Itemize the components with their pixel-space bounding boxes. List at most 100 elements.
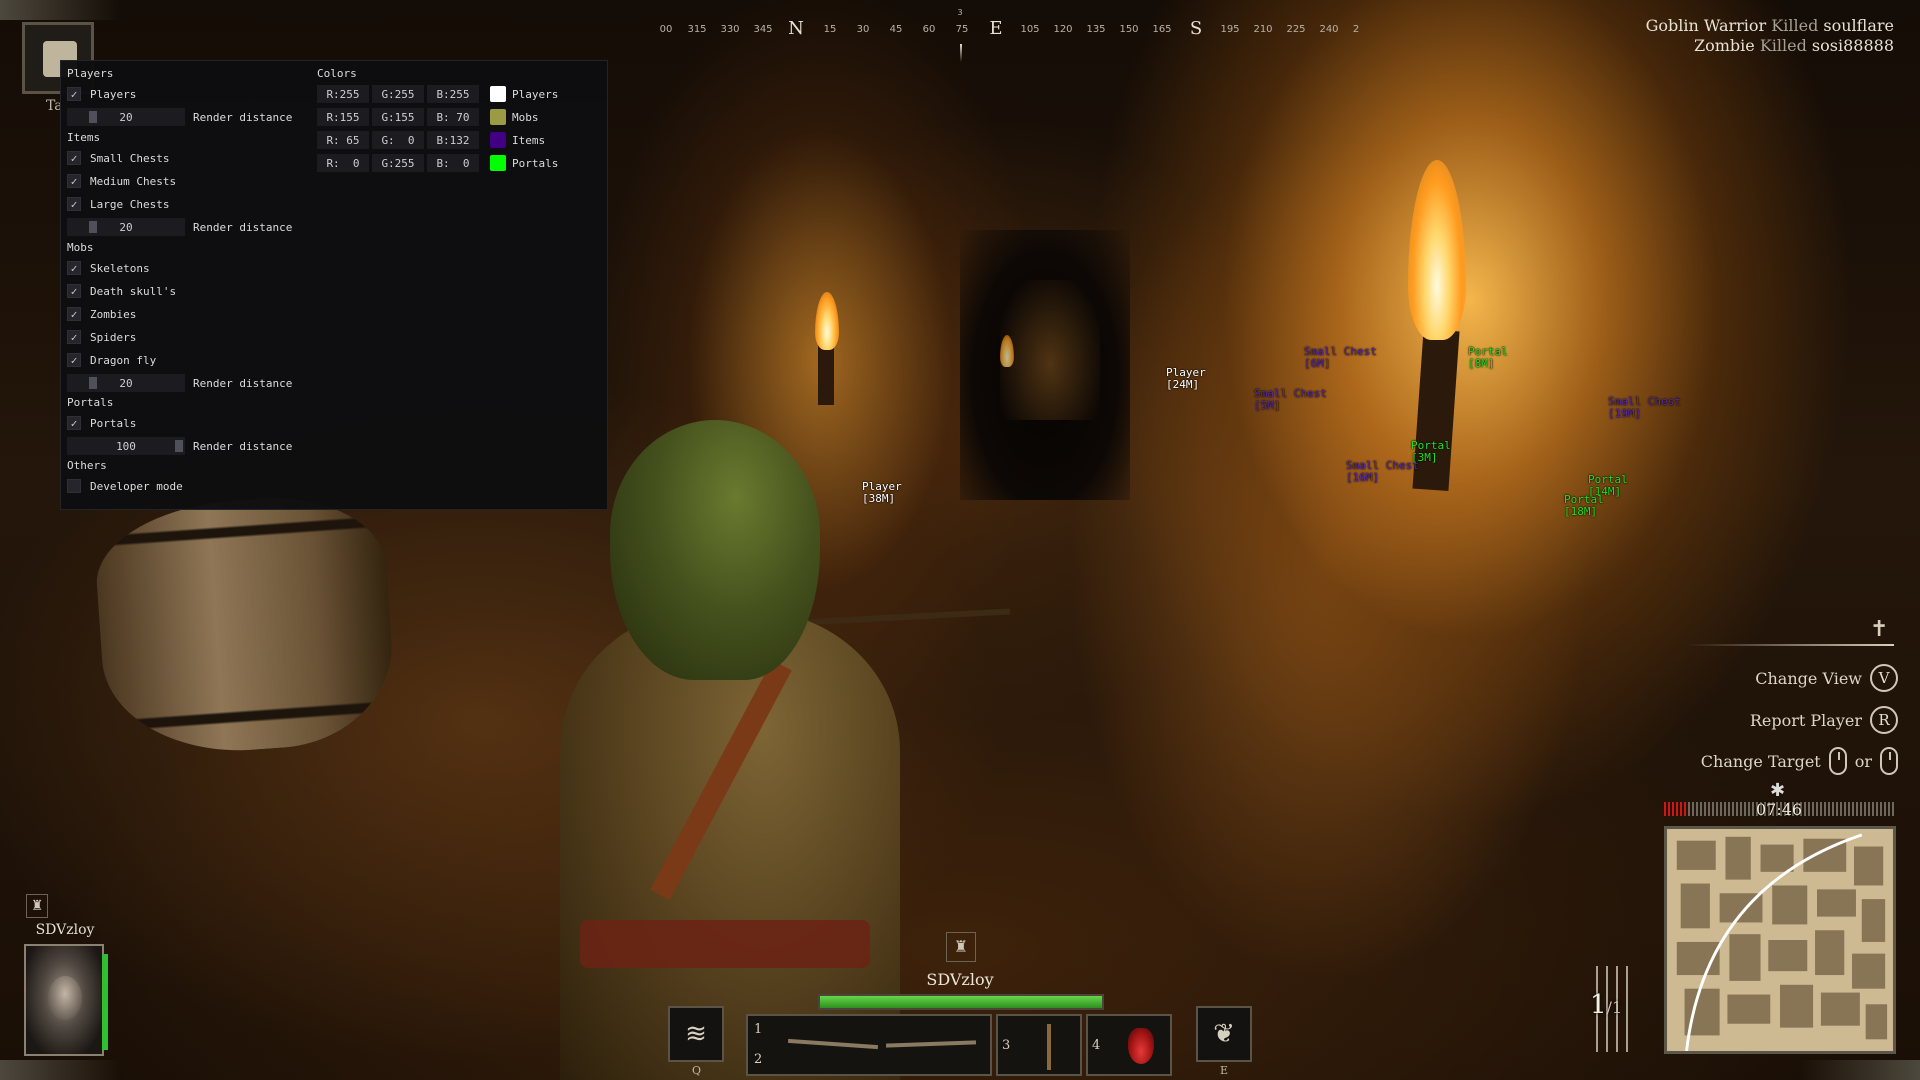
storm-icon: ✱: [1770, 780, 1786, 801]
players-distance-slider[interactable]: 20: [67, 108, 185, 126]
corner-ornament: [0, 1060, 120, 1080]
compass-tick: 75: [955, 24, 969, 35]
slider-handle[interactable]: [175, 440, 183, 452]
check-icon[interactable]: ✓: [67, 174, 81, 188]
crossbow-icon: [885, 1040, 977, 1048]
blue-input[interactable]: B: 0: [427, 154, 479, 172]
red-input[interactable]: R:255: [317, 85, 369, 103]
slider-handle[interactable]: [89, 377, 97, 389]
slot-number: 1: [754, 1022, 763, 1037]
small-chests-checkbox[interactable]: ✓ Small Chests: [67, 149, 169, 167]
barrel: [91, 490, 399, 760]
cross-icon: ✝: [1870, 617, 1889, 642]
green-input[interactable]: G:155: [372, 108, 424, 126]
red-input[interactable]: R: 65: [317, 131, 369, 149]
death-skulls-checkbox[interactable]: ✓ Death skull's: [67, 282, 176, 300]
unchecked-box[interactable]: [67, 479, 81, 493]
esp-chest-label: Small Chest [6M]: [1304, 345, 1377, 370]
compass-tick: 210: [1253, 24, 1273, 35]
report-player-prompt[interactable]: Report Player R: [1750, 706, 1898, 734]
items-distance-slider[interactable]: 20: [67, 218, 185, 236]
section-items: Items: [67, 131, 101, 144]
players-distance-row: 20 Render distance: [67, 108, 292, 126]
kill-feed: Goblin Warrior Killed soulflare Zombie K…: [1646, 16, 1894, 56]
crossbow-icon: [787, 1038, 879, 1050]
color-swatch[interactable]: [490, 132, 506, 148]
compass-tick: 150: [1119, 24, 1139, 35]
color-row-portals: R: 0 G:255 B: 0 Portals: [317, 154, 558, 172]
blue-input[interactable]: B: 70: [427, 108, 479, 126]
health-bar: [818, 994, 1104, 1010]
player-name: SDVzloy: [926, 970, 994, 989]
character-belt: [580, 920, 870, 968]
compass-tick: 15: [823, 24, 837, 35]
check-icon[interactable]: ✓: [67, 416, 81, 430]
section-others: Others: [67, 459, 107, 472]
check-icon[interactable]: ✓: [67, 330, 81, 344]
skill-e-slot[interactable]: ❦: [1196, 1006, 1252, 1062]
section-mobs: Mobs: [67, 241, 94, 254]
check-icon[interactable]: ✓: [67, 284, 81, 298]
compass-tick: 195: [1220, 24, 1240, 35]
green-input[interactable]: G:255: [372, 154, 424, 172]
left-mouse-icon: [1828, 747, 1847, 775]
large-chests-checkbox[interactable]: ✓ Large Chests: [67, 195, 169, 213]
green-input[interactable]: G: 0: [372, 131, 424, 149]
portals-distance-row: 100 Render distance: [67, 437, 292, 455]
skeletons-checkbox[interactable]: ✓ Skeletons: [67, 259, 150, 277]
mobs-distance-slider[interactable]: 20: [67, 374, 185, 392]
timer-progress: [1664, 802, 1688, 816]
compass-tick: 120: [1053, 24, 1073, 35]
compass-needle: [960, 44, 962, 62]
players-checkbox[interactable]: ✓ Players: [67, 85, 136, 103]
skill-q-slot[interactable]: ≋: [668, 1006, 724, 1062]
torch-flame: [1408, 160, 1466, 340]
class-emblem-icon: ♜: [946, 932, 976, 962]
v-key-icon: V: [1870, 664, 1898, 692]
color-swatch[interactable]: [490, 109, 506, 125]
color-swatch[interactable]: [490, 86, 506, 102]
spiders-checkbox[interactable]: ✓ Spiders: [67, 328, 136, 346]
green-input[interactable]: G:255: [372, 85, 424, 103]
slider-handle[interactable]: [89, 111, 97, 123]
character-hood: [610, 420, 820, 680]
color-row-items: R: 65 G: 0 B:132 Items: [317, 131, 545, 149]
portals-checkbox[interactable]: ✓ Portals: [67, 414, 136, 432]
corner-ornament: [1800, 1060, 1920, 1080]
kill-feed-entry: Goblin Warrior Killed soulflare: [1645, 16, 1894, 35]
compass-tick: 225: [1286, 24, 1306, 35]
portals-distance-slider[interactable]: 100: [67, 437, 185, 455]
red-input[interactable]: R: 0: [317, 154, 369, 172]
slider-handle[interactable]: [89, 221, 97, 233]
esp-portal-label: Portal [18M]: [1564, 493, 1604, 518]
check-icon[interactable]: ✓: [67, 197, 81, 211]
minimap[interactable]: [1664, 826, 1896, 1054]
esp-chest-label: Small Chest [16M]: [1346, 459, 1419, 484]
zombies-checkbox[interactable]: ✓ Zombies: [67, 305, 136, 323]
blue-input[interactable]: B:132: [427, 131, 479, 149]
color-swatch[interactable]: [490, 155, 506, 171]
wall-torch: [818, 345, 834, 405]
check-icon[interactable]: ✓: [67, 307, 81, 321]
circle-timer-text: 07:46: [1756, 800, 1803, 819]
compass-south: S: [1189, 18, 1203, 39]
color-row-mobs: R:155 G:155 B: 70 Mobs: [317, 108, 539, 126]
change-view-prompt[interactable]: Change View V: [1755, 664, 1898, 692]
compass-tick: 60: [922, 24, 936, 35]
red-input[interactable]: R:155: [317, 108, 369, 126]
compass-tick: 315: [687, 24, 707, 35]
dragon-fly-checkbox[interactable]: ✓ Dragon fly: [67, 351, 156, 369]
blue-input[interactable]: B:255: [427, 85, 479, 103]
change-target-prompt[interactable]: Change Target or: [1701, 747, 1898, 775]
weapon-slot-primary[interactable]: [746, 1014, 992, 1076]
compass-tick: 135: [1086, 24, 1106, 35]
slot-number: 4: [1092, 1038, 1101, 1053]
check-icon[interactable]: ✓: [67, 87, 81, 101]
check-icon[interactable]: ✓: [67, 151, 81, 165]
developer-mode-checkbox[interactable]: Developer mode: [67, 477, 183, 495]
health-fill: [820, 996, 1102, 1008]
medium-chests-checkbox[interactable]: ✓ Medium Chests: [67, 172, 176, 190]
check-icon[interactable]: ✓: [67, 261, 81, 275]
slot-number: 3: [1002, 1038, 1011, 1053]
check-icon[interactable]: ✓: [67, 353, 81, 367]
